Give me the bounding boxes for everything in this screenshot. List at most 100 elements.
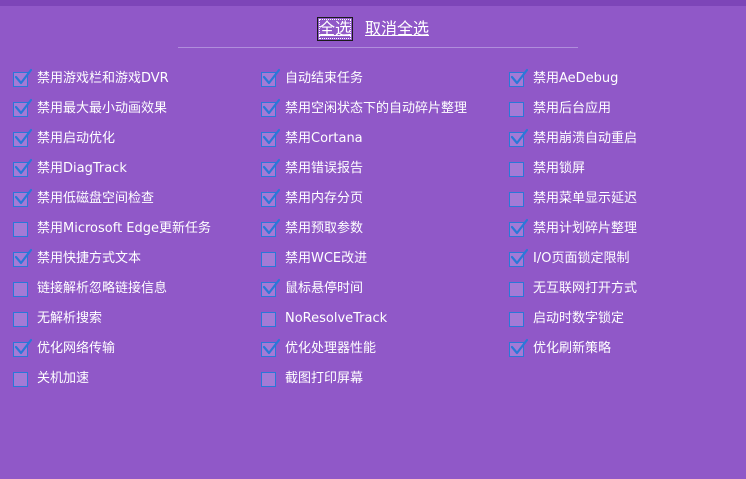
option-checkbox[interactable] (13, 248, 33, 267)
option-label: 禁用计划碎片整理 (533, 221, 638, 236)
option-checkbox[interactable] (261, 188, 281, 207)
option-checkbox[interactable] (261, 218, 281, 237)
checkmark-icon (262, 98, 281, 116)
option-checkbox[interactable] (13, 158, 33, 177)
options-column-1: 禁用游戏栏和游戏DVR 禁用最大最小动画效果 禁用启动优化禁用DiagTrack 禁用… (13, 64, 211, 394)
checkmark-icon (262, 278, 281, 296)
option-checkbox[interactable] (509, 128, 529, 147)
option-item[interactable]: 禁用Cortana (261, 124, 467, 154)
option-checkbox[interactable] (509, 311, 524, 327)
option-item[interactable]: 禁用空闲状态下的自动碎片整理 (261, 94, 467, 124)
option-item[interactable]: 禁用DiagTrack (13, 154, 211, 184)
option-checkbox[interactable] (509, 338, 529, 357)
option-checkbox[interactable] (13, 371, 28, 387)
option-item[interactable]: 禁用低磁盘空间检查 (13, 184, 211, 214)
option-item[interactable]: 优化网络传输 (13, 334, 211, 364)
option-item[interactable]: 截图打印屏幕 (261, 364, 467, 394)
selection-header: 全选 取消全选 (0, 14, 746, 44)
option-checkbox[interactable] (13, 128, 33, 147)
option-checkbox[interactable] (261, 278, 281, 297)
option-checkbox[interactable] (261, 371, 276, 387)
option-checkbox[interactable] (13, 188, 33, 207)
option-item[interactable]: 禁用错误报告 (261, 154, 467, 184)
option-checkbox[interactable] (509, 68, 529, 87)
option-item[interactable]: 禁用内存分页 (261, 184, 467, 214)
option-item[interactable]: 禁用游戏栏和游戏DVR (13, 64, 211, 94)
option-label: 禁用WCE改进 (285, 251, 368, 266)
option-item[interactable]: 链接解析忽略链接信息 (13, 274, 211, 304)
option-checkbox[interactable] (509, 218, 529, 237)
option-checkbox[interactable] (509, 248, 529, 267)
options-column-3: 禁用AeDebug 禁用后台应用 禁用崩溃自动重启禁用锁屏禁用菜单显示延迟 禁用计划碎… (509, 64, 637, 364)
option-checkbox[interactable] (509, 281, 524, 297)
option-checkbox[interactable] (261, 98, 281, 117)
option-item[interactable]: 禁用计划碎片整理 (509, 214, 637, 244)
checkmark-icon (262, 188, 281, 206)
checkmark-icon (14, 68, 33, 86)
option-item[interactable]: 禁用最大最小动画效果 (13, 94, 211, 124)
checkmark-icon (262, 218, 281, 236)
option-label: 禁用低磁盘空间检查 (37, 191, 155, 206)
option-item[interactable]: 禁用预取参数 (261, 214, 467, 244)
option-label: 禁用DiagTrack (37, 161, 127, 176)
option-label: NoResolveTrack (285, 311, 388, 326)
option-item[interactable]: 自动结束任务 (261, 64, 467, 94)
option-checkbox[interactable] (13, 98, 33, 117)
option-checkbox[interactable] (13, 311, 28, 327)
select-all-link[interactable]: 全选 (316, 17, 353, 41)
option-item[interactable]: NoResolveTrack (261, 304, 467, 334)
option-label: 优化网络传输 (37, 341, 116, 356)
option-checkbox[interactable] (13, 221, 28, 237)
option-label: 禁用游戏栏和游戏DVR (37, 71, 169, 86)
option-item[interactable]: 无互联网打开方式 (509, 274, 637, 304)
option-item[interactable]: 禁用WCE改进 (261, 244, 467, 274)
option-label: 禁用预取参数 (285, 221, 364, 236)
option-item[interactable]: 禁用菜单显示延迟 (509, 184, 637, 214)
option-item[interactable]: 禁用锁屏 (509, 154, 637, 184)
option-item[interactable]: 启动时数字锁定 (509, 304, 637, 334)
option-checkbox[interactable] (261, 251, 276, 267)
deselect-all-link[interactable]: 取消全选 (365, 18, 429, 40)
option-label: 禁用Cortana (285, 131, 363, 146)
header-divider (178, 47, 578, 48)
option-item[interactable]: 禁用Microsoft Edge更新任务 (13, 214, 211, 244)
option-item[interactable]: 关机加速 (13, 364, 211, 394)
option-label: 鼠标悬停时间 (285, 281, 364, 296)
option-label: 自动结束任务 (285, 71, 364, 86)
option-label: 禁用错误报告 (285, 161, 364, 176)
checkmark-icon (14, 98, 33, 116)
option-checkbox[interactable] (509, 191, 524, 207)
option-item[interactable]: 禁用快捷方式文本 (13, 244, 211, 274)
option-checkbox[interactable] (509, 101, 524, 117)
option-checkbox[interactable] (13, 338, 33, 357)
option-item[interactable]: I/O页面锁定限制 (509, 244, 637, 274)
option-checkbox[interactable] (509, 161, 524, 177)
checkmark-icon (262, 128, 281, 146)
option-checkbox[interactable] (13, 281, 28, 297)
option-label: 禁用AeDebug (533, 71, 619, 86)
window-top-strip (0, 0, 746, 6)
option-checkbox[interactable] (261, 68, 281, 87)
option-checkbox[interactable] (261, 128, 281, 147)
option-checkbox[interactable] (261, 158, 281, 177)
checkmark-icon (14, 188, 33, 206)
option-label: 禁用锁屏 (533, 161, 586, 176)
checkmark-icon (510, 68, 529, 86)
checkmark-icon (14, 128, 33, 146)
option-label: 无解析搜索 (37, 311, 103, 326)
option-item[interactable]: 禁用启动优化 (13, 124, 211, 154)
option-item[interactable]: 优化处理器性能 (261, 334, 467, 364)
option-item[interactable]: 优化刷新策略 (509, 334, 637, 364)
option-item[interactable]: 禁用AeDebug (509, 64, 637, 94)
option-label: 禁用菜单显示延迟 (533, 191, 638, 206)
option-label: 无互联网打开方式 (533, 281, 638, 296)
option-item[interactable]: 鼠标悬停时间 (261, 274, 467, 304)
option-checkbox[interactable] (13, 68, 33, 87)
checkmark-icon (262, 158, 281, 176)
option-item[interactable]: 禁用后台应用 (509, 94, 637, 124)
option-checkbox[interactable] (261, 338, 281, 357)
option-checkbox[interactable] (261, 311, 276, 327)
option-item[interactable]: 无解析搜索 (13, 304, 211, 334)
option-item[interactable]: 禁用崩溃自动重启 (509, 124, 637, 154)
checkmark-icon (262, 68, 281, 86)
